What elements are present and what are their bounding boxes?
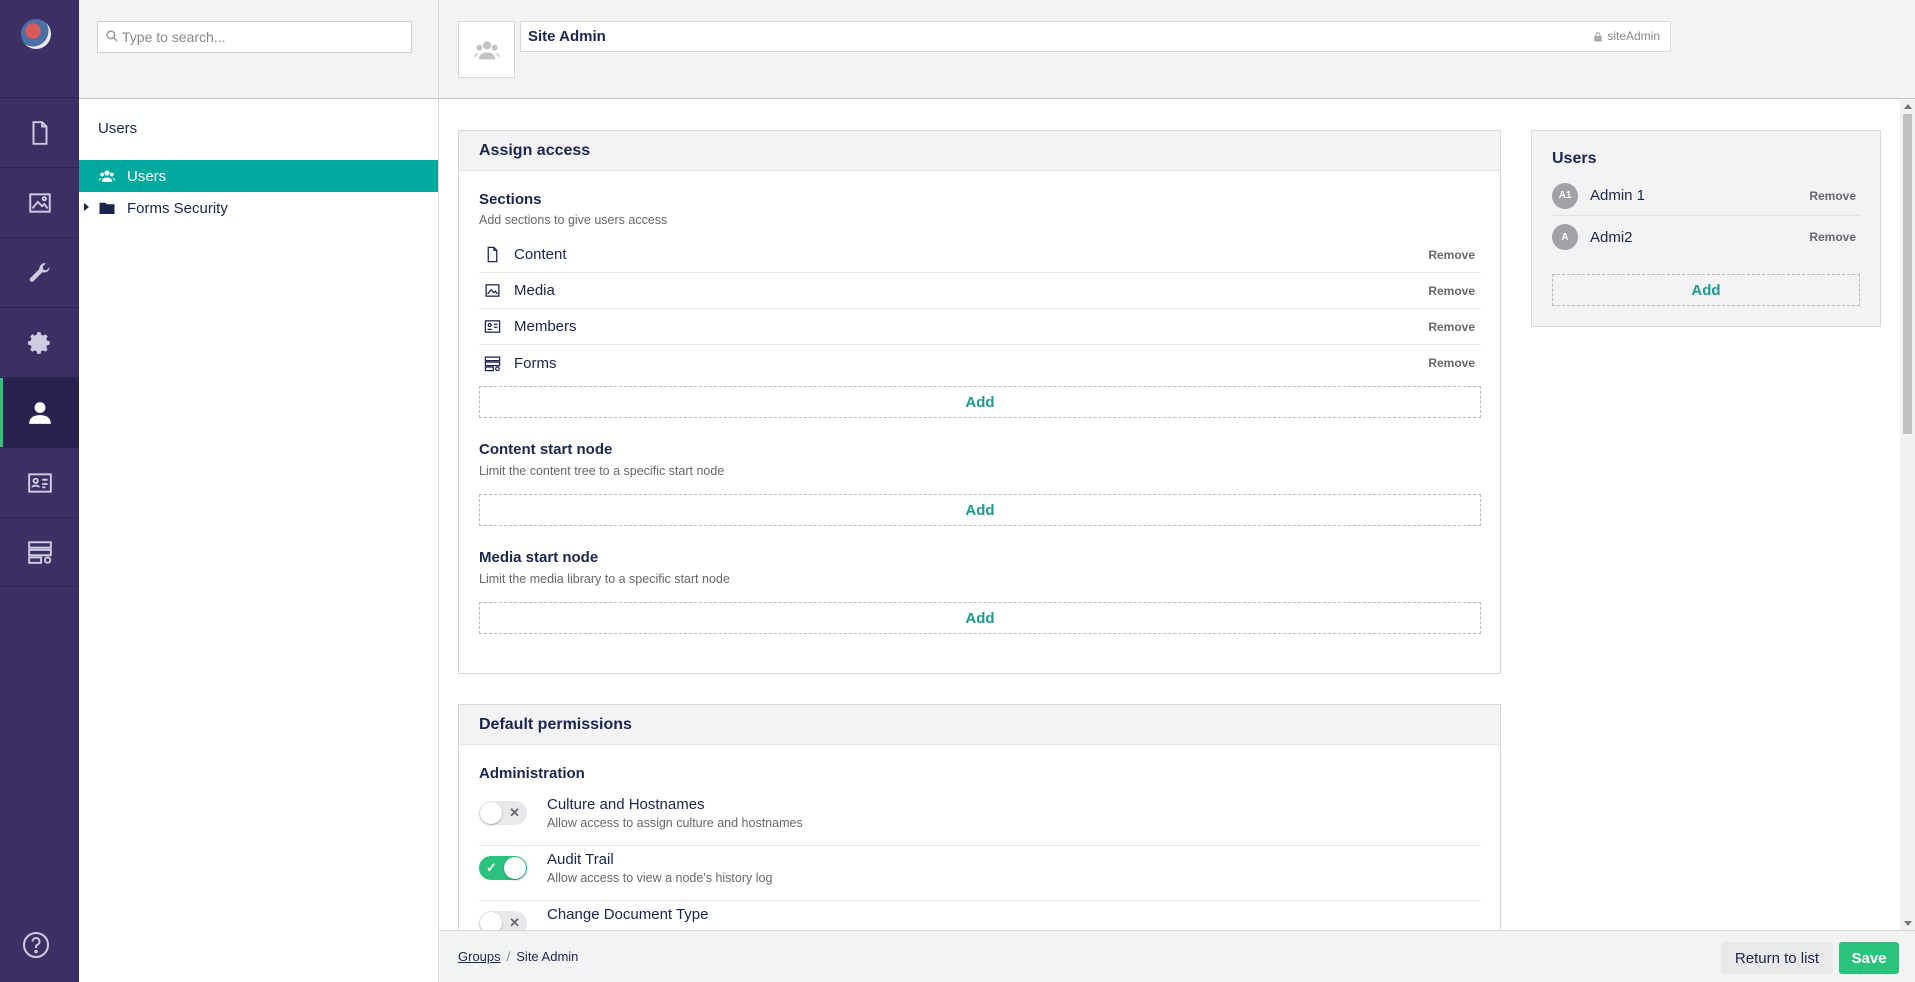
add-content-start-node-button[interactable]: Add [479,494,1481,526]
add-media-start-node-button[interactable]: Add [479,602,1481,634]
permission-toggle[interactable]: ✓ [479,856,527,880]
breadcrumb-separator: / [506,949,511,964]
id-card-icon [482,317,502,337]
breadcrumb: Groups / Site Admin [458,949,578,964]
tree-panel: Users Users Forms Security [79,0,439,982]
remove-section-button[interactable]: Remove [1428,320,1475,334]
user-row: A1 Admin 1 Remove [1552,176,1860,216]
permission-description: Allow access to view a node's history lo… [547,871,773,885]
scrollbar-thumb[interactable] [1903,114,1912,434]
current-user-avatar[interactable] [21,19,51,49]
rail-members-icon[interactable] [0,447,79,517]
remove-section-button[interactable]: Remove [1428,248,1475,262]
default-permissions-title: Default permissions [459,705,1500,745]
tree-node-label: Forms Security [127,199,228,217]
group-users-box: Users A1 Admin 1 Remove A Admi2 Remove A… [1531,130,1881,327]
user-name: Admin 1 [1590,187,1646,204]
search-input[interactable] [122,29,402,45]
editor-footer: Groups / Site Admin Return to list Save [439,930,1915,982]
add-section-button[interactable]: Add [479,386,1481,418]
tree-search-area [79,0,438,99]
assign-access-title: Assign access [459,131,1500,171]
avatar: A1 [1552,182,1578,209]
save-button[interactable]: Save [1839,942,1899,974]
section-label: Members [514,318,577,335]
x-icon: ✕ [509,915,520,930]
editor-content: Assign access Sections Add sections to g… [439,100,1915,930]
users-icon [473,40,500,59]
document-icon [482,245,502,265]
lock-icon [1594,31,1603,41]
permission-row: ✓ Audit Trail Allow access to view a nod… [479,846,1481,901]
group-name-input[interactable] [528,28,1528,45]
content-start-node-description: Limit the content tree to a specific sta… [479,464,725,478]
scroll-down-icon[interactable] [1904,921,1912,926]
alias-field[interactable]: siteAdmin [1593,29,1660,43]
section-label: Forms [514,354,557,372]
group-name-field[interactable]: site Admin [520,21,1671,52]
sections-title: Sections [479,191,542,208]
add-user-button[interactable]: Add [1552,274,1860,306]
x-icon: ✕ [509,805,520,820]
help-icon[interactable] [21,930,51,960]
section-rail [0,0,79,982]
forms-icon [482,353,502,373]
rail-content-icon[interactable] [0,97,79,167]
remove-user-button[interactable]: Remove [1809,189,1856,203]
permission-row: ✕ Change Document Type [479,901,1481,930]
avatar: A [1552,224,1578,250]
user-name: Admi2 [1590,228,1633,246]
return-to-list-button[interactable]: Return to list [1721,942,1833,974]
rail-gear-icon[interactable] [0,307,79,377]
expand-caret-icon[interactable] [84,203,89,211]
section-row-forms: Forms Remove [479,345,1481,381]
check-icon: ✓ [486,860,497,875]
remove-user-button[interactable]: Remove [1809,230,1856,244]
default-permissions-box: Default permissions Administration ✕ Cul… [458,704,1501,930]
section-label: Content [514,246,567,263]
tree-node-label: Users [127,167,167,185]
image-icon [482,281,502,301]
breadcrumb-current: Site Admin [516,949,579,964]
users-title: Users [1552,150,1597,167]
rail-forms-icon[interactable] [0,517,79,587]
scroll-up-icon[interactable] [1904,104,1912,109]
tree-node-users[interactable]: Users [79,160,438,192]
search-box[interactable] [97,21,412,53]
permission-name: Audit Trail [547,851,614,868]
alias-text: siteAdmin [1607,29,1660,43]
assign-access-box: Assign access Sections Add sections to g… [458,130,1501,674]
permission-toggle[interactable]: ✕ [479,911,527,930]
permission-name: Change Document Type [547,906,709,923]
permission-toggle[interactable]: ✕ [479,801,527,825]
user-row: A Admi2 Remove [1552,217,1860,257]
permission-description: Allow access to assign culture and hostn… [547,816,803,830]
content-start-node-title: Content start node [479,441,613,458]
editor-header: site Admin [439,0,1915,99]
breadcrumb-groups-link[interactable]: Groups [458,949,501,964]
section-row-content: Content Remove [479,237,1481,273]
media-start-node-title: Media start node [479,549,599,566]
section-row-members: Members Remove [479,309,1481,345]
section-row-media: Media Remove [479,273,1481,309]
media-start-node-description: Limit the media library to a specific st… [479,572,730,586]
administration-title: Administration [479,765,585,782]
permission-row: ✕ Culture and Hostnames Allow access to … [479,791,1481,846]
remove-section-button[interactable]: Remove [1428,356,1475,370]
permission-name: Culture and Hostnames [547,796,705,813]
rail-media-icon[interactable] [0,167,79,237]
group-icon-picker[interactable] [458,21,515,78]
tree-title: Users [98,120,138,137]
rail-user-icon[interactable] [0,377,79,447]
tree-node-forms-security[interactable]: Forms Security [79,192,438,224]
remove-section-button[interactable]: Remove [1428,284,1475,298]
users-icon [97,166,117,186]
section-label: Media [514,282,555,299]
sections-description: Add sections to give users access [479,213,668,227]
content-scrollbar[interactable] [1900,100,1915,930]
rail-settings-wrench-icon[interactable] [0,237,79,307]
search-icon [106,29,118,45]
folder-icon [97,198,117,218]
